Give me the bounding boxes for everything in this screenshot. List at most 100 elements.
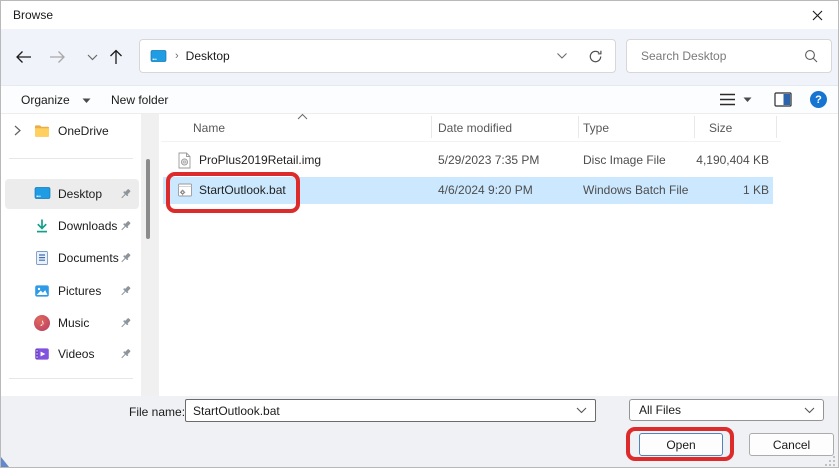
sidebar-item-label: OneDrive bbox=[58, 124, 109, 138]
column-separator[interactable] bbox=[776, 116, 777, 138]
download-icon bbox=[34, 218, 50, 234]
file-size: 1 KB bbox=[742, 183, 769, 197]
command-bar: Organize New folder ? bbox=[1, 85, 838, 114]
pin-icon bbox=[119, 252, 132, 265]
breadcrumb-desktop[interactable]: Desktop bbox=[186, 49, 230, 63]
batch-file-icon bbox=[177, 182, 193, 198]
recent-locations-icon bbox=[87, 54, 98, 61]
breadcrumb-separator: › bbox=[175, 50, 179, 62]
file-date-modified: 5/29/2023 7:35 PM bbox=[438, 153, 540, 167]
view-chevron-icon[interactable] bbox=[743, 97, 752, 103]
cancel-button-label: Cancel bbox=[772, 437, 811, 452]
desktop-location-icon bbox=[150, 49, 167, 64]
back-icon bbox=[15, 50, 32, 64]
sidebar-item-downloads[interactable]: Downloads bbox=[5, 212, 139, 240]
search-placeholder: Search Desktop bbox=[641, 49, 727, 63]
sidebar-item-label: Pictures bbox=[58, 284, 102, 298]
column-header-type[interactable]: Type bbox=[583, 121, 609, 135]
combo-chevron-icon[interactable] bbox=[576, 407, 587, 414]
pin-icon bbox=[119, 348, 132, 361]
sidebar-item-videos[interactable]: Videos bbox=[5, 340, 139, 368]
window-title: Browse bbox=[13, 8, 54, 22]
resize-grip-icon[interactable] bbox=[824, 455, 836, 467]
forward-icon bbox=[49, 50, 66, 64]
sidebar-item-label: Music bbox=[58, 316, 90, 330]
up-icon bbox=[109, 49, 123, 65]
file-row-proplus2019retail[interactable]: ProPlus2019Retail.img 5/29/2023 7:35 PM … bbox=[163, 147, 773, 174]
preview-pane-icon bbox=[774, 92, 792, 107]
pictures-icon bbox=[34, 283, 50, 299]
videos-icon bbox=[34, 346, 50, 362]
footer-bar: File name: StartOutlook.bat All Files Op… bbox=[1, 396, 838, 467]
organize-button[interactable]: Organize bbox=[21, 93, 70, 107]
sidebar-divider bbox=[9, 378, 133, 379]
sidebar-item-label: Desktop bbox=[58, 187, 103, 201]
sidebar-item-documents[interactable]: Documents bbox=[5, 244, 139, 272]
music-icon: ♪ bbox=[34, 315, 50, 331]
sort-ascending-icon bbox=[297, 113, 308, 120]
sidebar-item-onedrive[interactable]: OneDrive bbox=[5, 117, 139, 145]
combo-chevron-icon[interactable] bbox=[804, 407, 815, 414]
close-icon bbox=[812, 10, 823, 21]
file-row-startoutlook[interactable]: StartOutlook.bat 4/6/2024 9:20 PM Window… bbox=[163, 177, 773, 204]
open-button-label: Open bbox=[666, 437, 696, 452]
file-name: ProPlus2019Retail.img bbox=[199, 153, 322, 167]
sidebar-scrollbar[interactable] bbox=[141, 114, 159, 396]
view-icon bbox=[719, 92, 736, 107]
file-type-value: All Files bbox=[639, 403, 682, 417]
column-header-size[interactable]: Size bbox=[709, 121, 732, 135]
header-underline bbox=[161, 141, 781, 142]
sidebar-divider bbox=[9, 158, 133, 159]
desktop-icon bbox=[34, 186, 51, 202]
music-note-glyph: ♪ bbox=[39, 317, 45, 329]
help-icon[interactable]: ? bbox=[810, 91, 827, 108]
address-chevron-icon[interactable] bbox=[556, 52, 568, 60]
sidebar-item-pictures[interactable]: Pictures bbox=[5, 277, 139, 305]
cancel-button[interactable]: Cancel bbox=[749, 433, 834, 456]
background-artifact bbox=[1, 453, 10, 467]
open-button[interactable]: Open bbox=[639, 433, 723, 456]
file-type-select[interactable]: All Files bbox=[629, 399, 824, 421]
pin-icon bbox=[119, 188, 132, 201]
file-name-input[interactable]: StartOutlook.bat bbox=[185, 399, 596, 422]
file-date-modified: 4/6/2024 9:20 PM bbox=[438, 183, 533, 197]
column-separator[interactable] bbox=[578, 116, 579, 138]
file-name-label: File name: bbox=[129, 405, 186, 419]
scrollbar-thumb[interactable] bbox=[146, 159, 150, 239]
navigation-toolbar: › Desktop Search Desktop bbox=[1, 29, 838, 85]
pin-icon bbox=[119, 285, 132, 298]
disc-image-file-icon bbox=[177, 152, 192, 169]
column-header-name[interactable]: Name bbox=[193, 121, 225, 135]
sidebar-item-label: Videos bbox=[58, 347, 95, 361]
view-button[interactable] bbox=[719, 92, 736, 107]
organize-chevron-icon bbox=[82, 98, 91, 104]
document-icon bbox=[34, 250, 50, 266]
column-separator[interactable] bbox=[431, 116, 432, 138]
browse-dialog: Browse › Desktop Search Desktop Organize… bbox=[0, 0, 839, 468]
sidebar-item-desktop[interactable]: Desktop bbox=[5, 179, 139, 209]
forward-button[interactable] bbox=[46, 46, 68, 68]
close-button[interactable] bbox=[802, 3, 832, 27]
file-name: StartOutlook.bat bbox=[199, 183, 286, 197]
pin-icon bbox=[119, 220, 132, 233]
search-box[interactable]: Search Desktop bbox=[626, 39, 832, 73]
expand-chevron-icon[interactable] bbox=[14, 125, 21, 136]
sidebar-item-label: Downloads bbox=[58, 219, 118, 233]
sidebar-item-music[interactable]: ♪ Music bbox=[5, 309, 139, 337]
back-button[interactable] bbox=[12, 46, 34, 68]
address-bar[interactable]: › Desktop bbox=[139, 39, 616, 73]
file-name-value: StartOutlook.bat bbox=[193, 403, 280, 418]
column-separator[interactable] bbox=[694, 116, 695, 138]
refresh-icon[interactable] bbox=[588, 49, 603, 64]
sidebar-item-label: Documents bbox=[58, 251, 119, 265]
folder-icon bbox=[34, 123, 50, 139]
recent-locations-button[interactable] bbox=[81, 46, 103, 68]
pin-icon bbox=[119, 317, 132, 330]
column-header-date-modified[interactable]: Date modified bbox=[438, 121, 512, 135]
title-bar: Browse bbox=[1, 1, 838, 29]
up-button[interactable] bbox=[105, 46, 127, 68]
search-icon[interactable] bbox=[804, 49, 818, 63]
file-size: 4,190,404 KB bbox=[696, 153, 769, 167]
new-folder-button[interactable]: New folder bbox=[111, 93, 168, 107]
preview-pane-button[interactable] bbox=[774, 92, 792, 107]
